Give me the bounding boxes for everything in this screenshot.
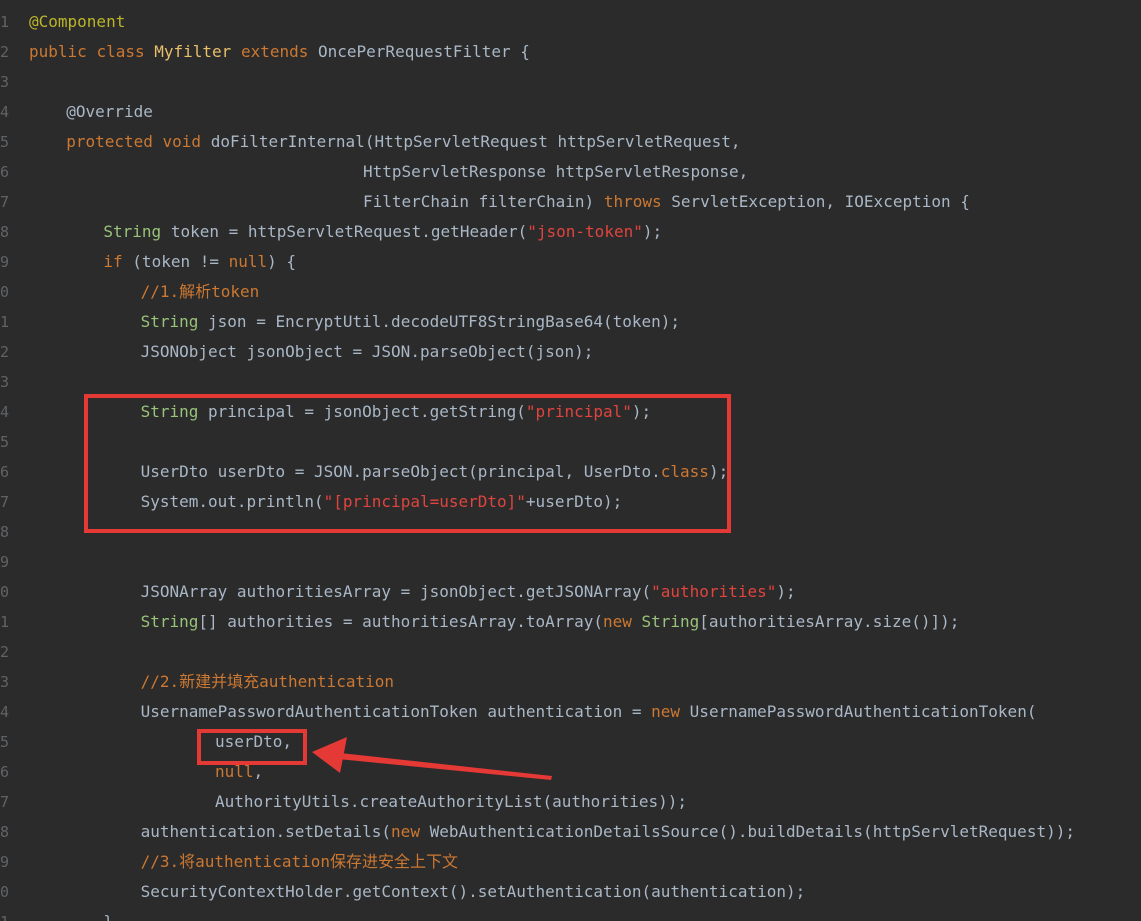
arrow-shaft — [338, 753, 552, 780]
annotation-arrow — [312, 737, 552, 780]
code-editor[interactable]: 1234567890123456789012345678901 @Compone… — [0, 0, 1141, 921]
arrow-head-icon — [312, 737, 347, 773]
